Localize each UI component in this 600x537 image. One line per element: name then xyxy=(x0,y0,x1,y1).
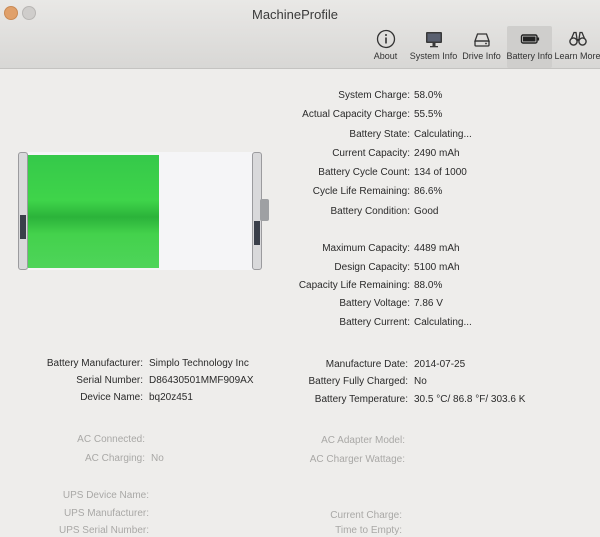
ac-label: AC Charger Wattage: xyxy=(309,454,405,465)
toolbar-learn-more-label: Learn More xyxy=(554,51,600,61)
capacity-value: 88.0% xyxy=(414,280,443,291)
detail-value: 30.5 °C/ 86.8 °F/ 303.6 K xyxy=(414,394,526,405)
status-label: Current Capacity: xyxy=(332,148,410,159)
toolbar: About System Info Drive Info Battery Inf… xyxy=(360,26,600,68)
status-value: 134 of 1000 xyxy=(414,167,467,178)
capacity-value: Calculating... xyxy=(414,317,472,328)
status-row: Current Capacity: 2490 mAh xyxy=(0,148,459,160)
status-row: Cycle Life Remaining: 86.6% xyxy=(0,186,443,198)
detail-row: Battery Fully Charged: No xyxy=(0,376,427,388)
detail-label: Battery Temperature: xyxy=(314,394,408,405)
status-row: Actual Capacity Charge: 55.5% xyxy=(0,109,442,121)
ac-label: AC Adapter Model: xyxy=(321,435,405,446)
capacity-value: 5100 mAh xyxy=(414,262,460,273)
status-row: Battery Cycle Count: 134 of 1000 xyxy=(0,167,467,179)
status-row: Battery State: Calculating... xyxy=(0,129,471,141)
title-bar: MachineProfile About System Info Drive I… xyxy=(0,0,600,69)
status-value: 58.0% xyxy=(414,90,443,101)
ups-label: UPS Device Name: xyxy=(62,490,149,501)
ups-row: Time to Empty: xyxy=(0,525,402,537)
capacity-value: 7.86 V xyxy=(414,298,443,309)
status-value: 2490 mAh xyxy=(414,148,460,159)
status-label: System Charge: xyxy=(338,90,410,101)
status-value: Calculating... xyxy=(414,129,472,140)
toolbar-drive-info[interactable]: Drive Info xyxy=(459,26,504,68)
detail-row: Manufacture Date: 2014-07-25 xyxy=(0,359,465,371)
status-row: System Charge: 58.0% xyxy=(0,90,442,102)
status-label: Battery Condition: xyxy=(330,206,411,217)
status-label: Cycle Life Remaining: xyxy=(312,186,410,197)
capacity-label: Battery Current: xyxy=(339,317,410,328)
toolbar-battery-info[interactable]: Battery Info xyxy=(506,26,553,68)
toolbar-about[interactable]: About xyxy=(363,26,408,68)
detail-row: Battery Temperature: 30.5 °C/ 86.8 °F/ 3… xyxy=(0,394,526,406)
monitor-icon xyxy=(425,32,442,48)
detail-value: 2014-07-25 xyxy=(414,359,466,370)
capacity-row: Battery Voltage: 7.86 V xyxy=(0,298,443,310)
info-icon xyxy=(376,29,395,49)
ups-row: UPS Device Name: xyxy=(0,490,149,502)
capacity-label: Capacity Life Remaining: xyxy=(298,280,410,291)
status-row: Battery Condition: Good xyxy=(0,206,439,218)
window-title: MachineProfile xyxy=(252,7,338,22)
capacity-row: Capacity Life Remaining: 88.0% xyxy=(0,280,443,292)
status-label: Battery State: xyxy=(349,129,410,140)
toolbar-about-label: About xyxy=(373,51,398,61)
toolbar-system-info-label: System Info xyxy=(409,51,458,61)
capacity-row: Maximum Capacity: 4489 mAh xyxy=(0,243,459,255)
toolbar-drive-info-label: Drive Info xyxy=(462,51,501,61)
machineprofile-window: MachineProfile About System Info Drive I… xyxy=(0,0,600,537)
ups-label: Current Charge: xyxy=(330,510,402,521)
detail-label: Manufacture Date: xyxy=(325,359,408,370)
toolbar-learn-more[interactable]: Learn More xyxy=(554,26,600,68)
ac-row: AC Adapter Model: xyxy=(0,435,405,447)
battery-info-pane: System Charge: 58.0% Actual Capacity Cha… xyxy=(0,69,600,537)
capacity-value: 4489 mAh xyxy=(414,243,460,254)
detail-label: Battery Fully Charged: xyxy=(308,376,409,387)
battery-icon xyxy=(520,34,539,44)
status-value: 86.6% xyxy=(414,186,443,197)
status-label: Actual Capacity Charge: xyxy=(302,109,410,120)
ac-row: AC Charger Wattage: xyxy=(0,454,405,466)
status-label: Battery Cycle Count: xyxy=(318,167,410,178)
status-value: Good xyxy=(414,206,439,217)
ups-row: Current Charge: xyxy=(0,510,402,522)
status-value: 55.5% xyxy=(414,109,443,120)
drive-icon xyxy=(473,33,490,47)
capacity-label: Battery Voltage: xyxy=(339,298,410,309)
binoculars-icon xyxy=(568,31,587,46)
toolbar-battery-info-label: Battery Info xyxy=(506,51,553,61)
toolbar-system-info[interactable]: System Info xyxy=(409,26,458,68)
capacity-row: Design Capacity: 5100 mAh xyxy=(0,262,459,274)
capacity-label: Design Capacity: xyxy=(334,262,410,273)
ups-label: Time to Empty: xyxy=(335,525,402,536)
capacity-label: Maximum Capacity: xyxy=(322,243,410,254)
detail-value: No xyxy=(414,376,427,387)
capacity-row: Battery Current: Calculating... xyxy=(0,317,471,329)
